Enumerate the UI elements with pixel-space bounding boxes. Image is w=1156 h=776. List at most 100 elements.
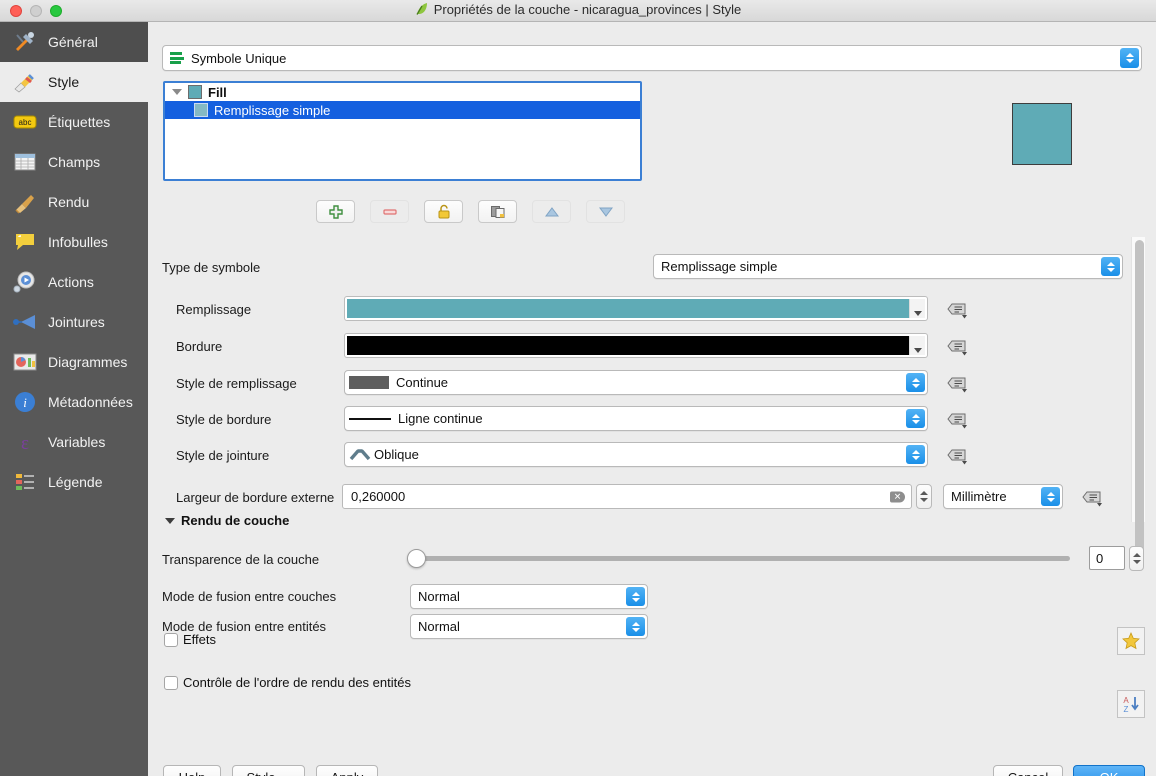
minimize-icon[interactable] [30,4,42,17]
effects-settings-button[interactable] [1117,627,1145,655]
sidebar-item-label: Infobulles [48,234,108,250]
svg-text:A: A [1123,696,1129,705]
stroke-width-stepper[interactable] [916,484,932,509]
chevron-updown-icon[interactable] [906,409,925,428]
zoom-icon[interactable] [50,4,62,17]
join-style-select[interactable]: Oblique [344,442,928,467]
chevron-updown-icon[interactable] [1041,487,1060,506]
draw-order-settings-button[interactable]: A Z [1117,690,1145,718]
star-icon [1122,631,1140,650]
transparency-slider-knob[interactable] [407,549,426,568]
transparency-stepper[interactable] [1129,546,1144,571]
data-defined-override-icon[interactable] [943,406,971,432]
layer-blend-label: Mode de fusion entre couches [162,589,337,604]
ok-button[interactable]: OK [1073,765,1145,776]
solid-fill-icon [349,376,389,389]
stroke-width-input[interactable]: 0,260000 ✕ [342,484,912,509]
dialog-footer: Help Style Apply Cancel OK [148,744,1156,776]
chevron-updown-icon[interactable] [906,373,925,392]
fill-color-button[interactable] [344,296,928,321]
add-symbol-layer-button[interactable] [316,200,355,223]
clear-icon[interactable]: ✕ [890,491,905,502]
sidebar-item-label: Actions [48,274,94,290]
plus-icon [328,204,343,219]
sidebar-item-label: Diagrammes [48,354,128,370]
window-controls [10,4,62,17]
scrollbar-thumb[interactable] [1135,240,1144,565]
remove-symbol-layer-button[interactable] [370,200,409,223]
lock-layer-button[interactable] [424,200,463,223]
sidebar-item-diagrammes[interactable]: Diagrammes [0,342,148,382]
data-defined-override-icon[interactable] [943,442,971,468]
feature-blend-select[interactable]: Normal [410,614,648,639]
stroke-width-unit-select[interactable]: Millimètre [943,484,1063,509]
sidebar-item-general[interactable]: Général [0,22,148,62]
transparency-slider-track[interactable] [410,556,1070,561]
sidebar-item-rendu[interactable]: Rendu [0,182,148,222]
chevron-down-icon[interactable] [172,89,182,95]
symbol-preview [1012,103,1072,165]
data-defined-override-icon[interactable] [943,333,971,359]
data-defined-override-icon[interactable] [1078,484,1106,510]
tree-row[interactable]: Fill [165,83,640,101]
ok-label: OK [1100,770,1119,776]
layer-blend-select[interactable]: Normal [410,584,648,609]
sidebar-item-variables[interactable]: ε Variables [0,422,148,462]
style-menu-button[interactable]: Style [232,765,305,776]
fill-style-value: Continue [396,375,449,390]
chevron-down-icon[interactable] [909,299,925,318]
move-up-button[interactable] [532,200,571,223]
stroke-color-swatch [347,336,909,355]
data-defined-override-icon[interactable] [943,370,971,396]
stroke-style-select[interactable]: Ligne continue [344,406,928,431]
apply-button[interactable]: Apply [316,765,378,776]
symbol-swatch [194,103,208,117]
help-button[interactable]: Help [163,765,221,776]
triangle-down-icon [598,207,613,217]
tree-row[interactable]: Remplissage simple [165,101,640,119]
sidebar-item-actions[interactable]: Actions [0,262,148,302]
sidebar-item-infobulles[interactable]: Infobulles [0,222,148,262]
brush-icon [12,189,38,215]
fill-style-select[interactable]: Continue [344,370,928,395]
effects-checkbox[interactable] [164,633,178,647]
sidebar-item-jointures[interactable]: Jointures [0,302,148,342]
minus-icon [382,208,397,215]
chevron-updown-icon[interactable] [626,617,645,636]
speech-bubble-icon [12,229,38,255]
draw-order-checkbox[interactable] [164,676,178,690]
stroke-width-value: 0,260000 [351,489,406,504]
sidebar-item-legende[interactable]: Légende [0,462,148,502]
stroke-color-button[interactable] [344,333,928,358]
layer-rendering-header[interactable]: Rendu de couche [162,513,289,528]
symbol-properties-scroll-area: Type de symbole Remplissage simple Rempl… [148,237,1156,565]
properties-scrollbar[interactable] [1131,237,1145,565]
chevron-updown-icon[interactable] [906,445,925,464]
chevron-down-icon[interactable] [165,517,175,524]
fill-style-label: Style de remplissage [176,376,297,391]
svg-text:ε: ε [21,433,29,454]
transparency-value-input[interactable]: 0 [1089,546,1125,570]
duplicate-layer-button[interactable] [478,200,517,223]
sidebar-item-metadonnees[interactable]: i Métadonnées [0,382,148,422]
close-icon[interactable] [10,4,22,17]
cancel-button[interactable]: Cancel [993,765,1063,776]
renderer-select[interactable]: Symbole Unique [162,45,1142,71]
stroke-color-row: Bordure [148,333,1131,361]
chevron-updown-icon[interactable] [626,587,645,606]
chevron-updown-icon[interactable] [1120,48,1139,68]
symbol-layer-toolbar [316,200,625,223]
sidebar-item-etiquettes[interactable]: abc Étiquettes [0,102,148,142]
symbol-type-select[interactable]: Remplissage simple [653,254,1123,279]
stroke-color-label: Bordure [176,339,223,354]
symbol-layer-tree[interactable]: Fill Remplissage simple [163,81,642,181]
fill-style-row: Style de remplissage Continue [148,370,1131,398]
legend-icon [12,469,38,495]
sidebar-item-champs[interactable]: Champs [0,142,148,182]
chevron-down-icon[interactable] [909,336,925,355]
qgis-leaf-icon [415,2,429,19]
move-down-button[interactable] [586,200,625,223]
chevron-updown-icon[interactable] [1101,257,1120,276]
data-defined-override-icon[interactable] [943,296,971,322]
sidebar-item-style[interactable]: Style [0,62,148,102]
